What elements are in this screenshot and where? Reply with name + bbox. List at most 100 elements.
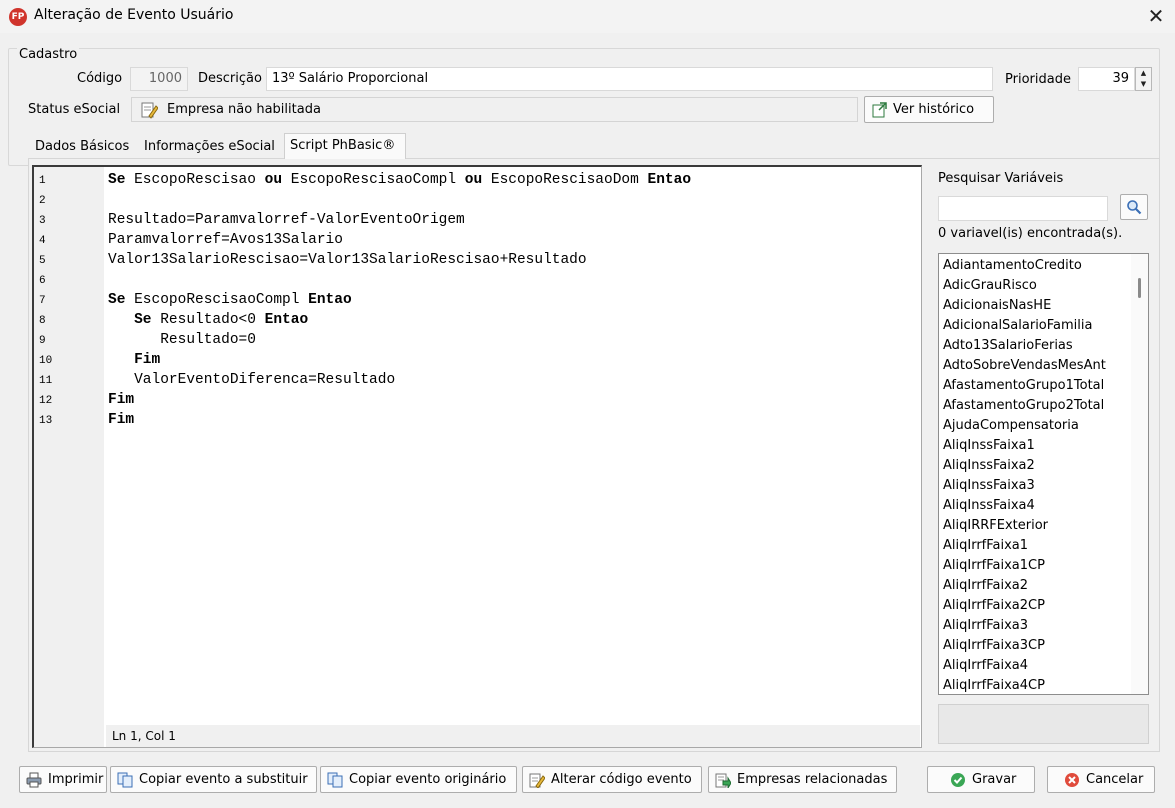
variable-list-item[interactable]: AliqIrrfFaixa2CP: [943, 596, 1045, 616]
cancelar-button[interactable]: Cancelar: [1047, 766, 1155, 793]
keyword: Entao: [264, 312, 309, 328]
empresas-relacionadas-button[interactable]: Empresas relacionadas: [708, 766, 897, 793]
variable-list-item[interactable]: AfastamentoGrupo2Total: [943, 396, 1104, 416]
tab-dados-basicos[interactable]: Dados Básicos: [30, 136, 134, 159]
keyword: Se: [108, 172, 126, 188]
variable-list-item[interactable]: AliqIrrfFaixa3CP: [943, 636, 1045, 656]
variables-list[interactable]: AdiantamentoCredito AdicGrauRisco Adiciona…: [938, 253, 1149, 695]
line-number: 11: [39, 375, 53, 387]
code-line[interactable]: Fim: [108, 350, 160, 370]
tab-script-phbasic[interactable]: Script PhBasic®: [284, 133, 406, 159]
keyword: Entao: [647, 172, 692, 188]
variable-list-item[interactable]: Adto13SalarioFerias: [943, 336, 1073, 356]
keyword: ou: [464, 172, 483, 188]
edit-document-icon: [529, 773, 545, 788]
close-icon[interactable]: ✕: [1143, 3, 1169, 29]
line-number: 1: [39, 175, 46, 187]
prioridade-spinner[interactable]: ▲ ▼: [1135, 67, 1152, 91]
ver-historico-label: Ver histórico: [893, 102, 975, 117]
code-line[interactable]: Resultado=Paramvalorref-ValorEventoOrige…: [108, 210, 465, 230]
keyword: ou: [264, 172, 283, 188]
cursor-position-status: Ln 1, Col 1: [106, 725, 920, 747]
gravar-button[interactable]: Gravar: [927, 766, 1035, 793]
keyword: Entao: [308, 292, 352, 308]
variable-list-item[interactable]: AdiantamentoCredito: [943, 256, 1082, 276]
prioridade-field[interactable]: 39: [1078, 67, 1135, 91]
cadastro-legend: Cadastro: [17, 47, 80, 62]
variable-list-item[interactable]: AdicionalSalarioFamilia: [943, 316, 1092, 336]
status-esocial-label: Status eSocial: [28, 102, 121, 117]
variable-list-item[interactable]: AliqIrrfFaixa3: [943, 616, 1028, 636]
variable-list-item[interactable]: AliqIrrfFaixa4CP: [943, 676, 1045, 696]
ver-historico-button[interactable]: Ver histórico: [864, 96, 994, 123]
code-line[interactable]: Fim: [108, 390, 134, 410]
imprimir-button[interactable]: Imprimir: [19, 766, 107, 793]
imprimir-label: Imprimir: [48, 772, 104, 787]
variable-list-item[interactable]: AliqIrrfFaixa1CP: [943, 556, 1045, 576]
cancelar-label: Cancelar: [1086, 772, 1144, 787]
line-number: 10: [39, 355, 53, 367]
variable-list-item[interactable]: AliqIrrfFaixa1: [943, 536, 1028, 556]
codigo-label: Código: [77, 71, 123, 86]
line-number: 5: [39, 255, 46, 267]
line-number-gutter: 1 2 3 4 5 6 7 8 9 10 11 12 13: [34, 167, 104, 747]
code-editor[interactable]: 1 2 3 4 5 6 7 8 9 10 11 12 13 Se EscopoRescisao ou E…: [32, 165, 922, 748]
prioridade-label: Prioridade: [1005, 72, 1071, 87]
companies-icon: [715, 773, 731, 788]
variables-list-scrollbar[interactable]: [1131, 254, 1148, 694]
variable-list-item[interactable]: AliqInssFaixa2: [943, 456, 1035, 476]
spin-up-icon[interactable]: ▲: [1136, 68, 1151, 79]
line-number: 2: [39, 195, 46, 207]
variable-list-item[interactable]: AliqInssFaixa1: [943, 436, 1035, 456]
variable-list-item[interactable]: AliqIRRFExterior: [943, 516, 1048, 536]
copiar-evento-substituir-button[interactable]: Copiar evento a substituir: [110, 766, 317, 793]
code-line[interactable]: Fim: [108, 410, 134, 430]
line-number: 6: [39, 275, 46, 287]
gravar-label: Gravar: [972, 772, 1017, 787]
printer-icon: [26, 772, 42, 788]
search-icon: [1127, 200, 1142, 215]
code-line[interactable]: Se EscopoRescisao ou EscopoRescisaoCompl…: [108, 170, 691, 190]
code-line[interactable]: Valor13SalarioRescisao=Valor13SalarioRes…: [108, 250, 587, 270]
variable-description-box: [938, 704, 1149, 744]
variable-search-input[interactable]: [938, 196, 1108, 221]
check-circle-icon: [951, 773, 965, 787]
spin-down-icon[interactable]: ▼: [1136, 79, 1151, 90]
history-icon: [872, 102, 887, 118]
code-line[interactable]: Resultado=0: [108, 330, 256, 350]
code-line[interactable]: Paramvalorref=Avos13Salario: [108, 230, 343, 250]
variables-found-count: 0 variavel(is) encontrada(s).: [938, 226, 1123, 241]
line-number: 7: [39, 295, 46, 307]
edit-document-icon: [141, 102, 158, 119]
variable-list-item[interactable]: AjudaCompensatoria: [943, 416, 1079, 436]
copiar-evento-originario-button[interactable]: Copiar evento originário: [320, 766, 517, 793]
code-line[interactable]: Se Resultado<0 Entao: [108, 310, 308, 330]
code-line[interactable]: Se EscopoRescisaoCompl Entao: [108, 290, 352, 310]
variable-list-item[interactable]: AliqIrrfFaixa2: [943, 576, 1028, 596]
variable-list-item[interactable]: AdicGrauRisco: [943, 276, 1037, 296]
empresas-label: Empresas relacionadas: [737, 772, 888, 787]
window-title: Alteração de Evento Usuário: [34, 7, 234, 23]
scrollbar-thumb[interactable]: [1138, 278, 1141, 298]
tab-informacoes-esocial[interactable]: Informações eSocial: [139, 136, 280, 159]
code-line[interactable]: ValorEventoDiferenca=Resultado: [108, 370, 395, 390]
keyword: Fim: [108, 392, 135, 408]
descricao-field[interactable]: 13º Salário Proporcional: [266, 67, 993, 91]
variable-list-item[interactable]: AdicionaisNasHE: [943, 296, 1051, 316]
alterar-codigo-label: Alterar código evento: [551, 772, 692, 787]
descricao-label: Descrição: [198, 71, 262, 86]
keyword: Se: [134, 312, 152, 328]
variable-list-item[interactable]: AliqIrrfFaixa4: [943, 656, 1028, 676]
codigo-field[interactable]: 1000: [130, 67, 188, 91]
line-number: 3: [39, 215, 46, 227]
line-number: 13: [39, 415, 53, 427]
copiar-substituir-label: Copiar evento a substituir: [139, 772, 308, 787]
variable-search-button[interactable]: [1120, 194, 1148, 220]
copiar-originario-label: Copiar evento originário: [349, 772, 507, 787]
variable-list-item[interactable]: AliqInssFaixa4: [943, 496, 1035, 516]
variable-list-item[interactable]: AliqInssFaixa3: [943, 476, 1035, 496]
variable-list-item[interactable]: AdtoSobreVendasMesAnt: [943, 356, 1106, 376]
variable-list-item[interactable]: AfastamentoGrupo1Total: [943, 376, 1104, 396]
alterar-codigo-evento-button[interactable]: Alterar código evento: [522, 766, 702, 793]
copy-icon: [117, 772, 133, 788]
